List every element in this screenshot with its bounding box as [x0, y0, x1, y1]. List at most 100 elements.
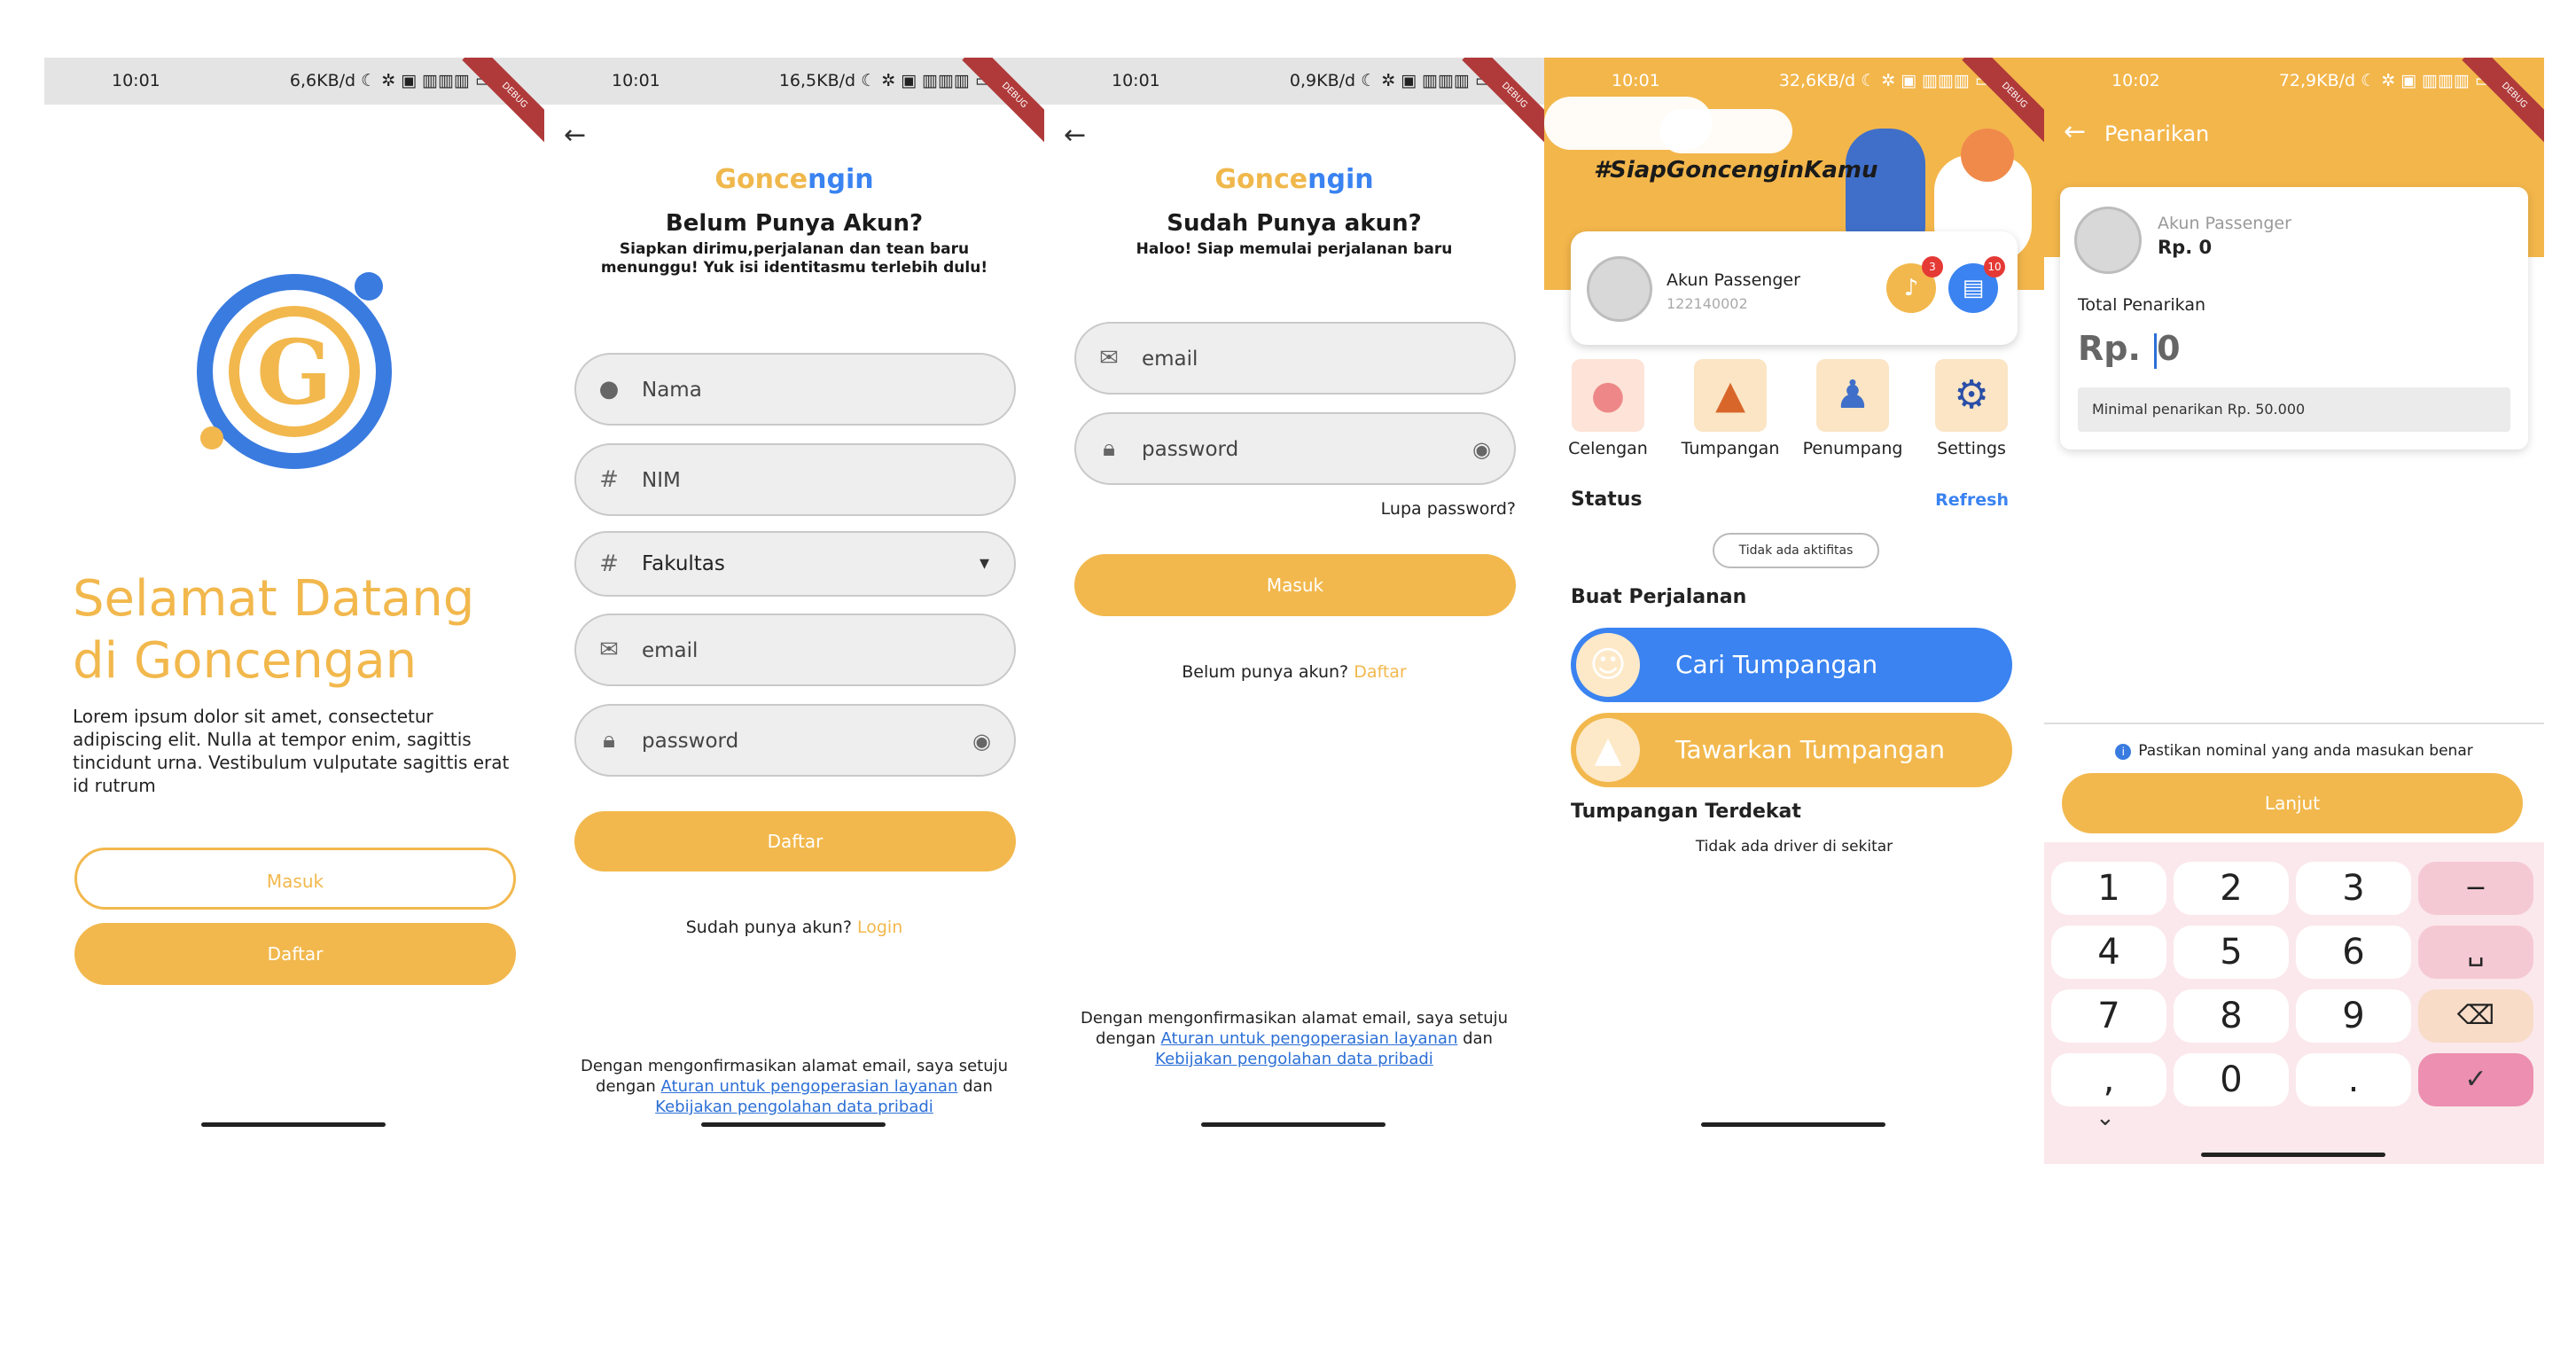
nim-placeholder: NIM: [642, 469, 681, 492]
hashtag-text: #SiapGoncenginKamu: [1594, 157, 1878, 184]
submit-register-button[interactable]: Daftar: [574, 811, 1016, 871]
total-label: Total Penarikan: [2078, 295, 2206, 315]
key-8[interactable]: 8: [2174, 989, 2289, 1043]
key-7[interactable]: 7: [2051, 989, 2166, 1043]
account-name: Akun Passenger: [2158, 214, 2291, 233]
find-ride-button[interactable]: ☺ Cari Tumpangan: [1571, 628, 2012, 702]
terms-text: Dengan mengonfirmasikan alamat email, sa…: [580, 1057, 1009, 1116]
status-heading: Status: [1571, 489, 1643, 511]
welcome-description: Lorem ipsum dolor sit amet, consectetur …: [73, 706, 510, 796]
email-field[interactable]: ✉ email: [574, 614, 1016, 686]
home-indicator[interactable]: [1701, 1122, 1885, 1127]
chevron-down-icon[interactable]: ⌄: [2096, 1105, 2115, 1131]
password-field[interactable]: 🔒︎ password ◉: [574, 704, 1016, 777]
home-indicator[interactable]: [201, 1122, 386, 1127]
gear-icon: ⚙: [1935, 359, 2008, 432]
key-space[interactable]: ␣: [2418, 926, 2533, 979]
email-placeholder: email: [642, 639, 699, 662]
home-indicator[interactable]: [1201, 1122, 1386, 1127]
menu-label: Tumpangan: [1681, 439, 1780, 458]
forgot-password-link[interactable]: Lupa password?: [1044, 499, 1544, 519]
chat-button[interactable]: ▤ 10: [1948, 256, 2005, 313]
status-time: 10:01: [112, 71, 160, 90]
eye-icon[interactable]: ◉: [972, 729, 991, 754]
key-minus[interactable]: −: [2418, 862, 2533, 915]
currency-prefix: Rp.: [2078, 329, 2141, 368]
refresh-link[interactable]: Refresh: [1935, 490, 2009, 510]
avatar: [1587, 256, 1652, 322]
eye-icon[interactable]: ◉: [1472, 437, 1491, 462]
key-2[interactable]: 2: [2174, 862, 2289, 915]
back-arrow-icon[interactable]: ←: [1064, 120, 1086, 151]
register-subtitle: Siapkan dirimu,perjalanan dan tean baru …: [600, 240, 988, 277]
amount-input[interactable]: Rp. 0: [2078, 329, 2181, 369]
key-0[interactable]: 0: [2174, 1053, 2289, 1106]
terms-link-service[interactable]: Aturan untuk pengoperasian layanan: [1161, 1029, 1458, 1048]
home-indicator[interactable]: [2201, 1153, 2385, 1157]
name-field[interactable]: ● Nama: [574, 353, 1016, 426]
login-button[interactable]: Masuk: [74, 848, 516, 910]
key-9[interactable]: 9: [2296, 989, 2411, 1043]
check-icon[interactable]: ✓: [2418, 1053, 2533, 1106]
nearby-heading: Tumpangan Terdekat: [1571, 801, 1801, 823]
register-title: Belum Punya Akun?: [665, 210, 924, 237]
key-4[interactable]: 4: [2051, 926, 2166, 979]
terms-link-privacy[interactable]: Kebijakan pengolahan data pribadi: [655, 1098, 933, 1116]
welcome-screen: 10:01 6,6KB/d ☾ ✲ ▣ ▥▥▥ ▭ DEBUG G Selama…: [44, 58, 544, 1164]
back-arrow-icon[interactable]: ←: [564, 120, 586, 151]
login-link[interactable]: Login: [857, 918, 902, 937]
status-indicators: 72,9KB/d ☾ ✲ ▣ ▥▥▥ ▭: [2278, 71, 2491, 90]
cloud-shape: [1659, 109, 1792, 153]
key-5[interactable]: 5: [2174, 926, 2289, 979]
nim-field[interactable]: # NIM: [574, 443, 1016, 516]
password-placeholder: password: [1142, 438, 1239, 461]
faculty-value: Fakultas: [642, 552, 725, 575]
user-card[interactable]: Akun Passenger 122140002 ♪ 3 ▤ 10: [1571, 231, 2018, 345]
mail-icon: ✉: [1099, 345, 1119, 371]
chat-badge: 10: [1984, 256, 2005, 277]
lock-icon: 🔒︎: [603, 727, 615, 754]
brand-wordmark: Goncengin: [714, 164, 874, 195]
notification-button[interactable]: ♪ 3: [1886, 256, 1943, 313]
numeric-keyboard: 1 2 3 − 4 5 6 ␣ 7 8 9 ⌫ , 0 . ✓ ⌄: [2044, 842, 2544, 1164]
status-indicators: 16,5KB/d ☾ ✲ ▣ ▥▥▥ ▭: [778, 71, 991, 90]
key-6[interactable]: 6: [2296, 926, 2411, 979]
key-1[interactable]: 1: [2051, 862, 2166, 915]
offer-ride-button[interactable]: ▲ Tawarkan Tumpangan: [1571, 713, 2012, 787]
logo-dot-yellow: [200, 426, 223, 449]
status-time: 10:01: [1112, 71, 1160, 90]
menu-celengan[interactable]: ● Celengan: [1555, 359, 1661, 458]
back-arrow-icon[interactable]: ←: [2064, 116, 2086, 147]
key-3[interactable]: 3: [2296, 862, 2411, 915]
menu-label: Settings: [1937, 439, 2006, 458]
submit-login-button[interactable]: Masuk: [1074, 554, 1516, 616]
mail-icon: ✉: [599, 637, 619, 663]
register-link[interactable]: Daftar: [1354, 662, 1407, 682]
piggy-bank-icon: ●: [1572, 359, 1644, 432]
page-title: Penarikan: [2104, 121, 2210, 146]
key-period[interactable]: .: [2296, 1053, 2411, 1106]
password-field[interactable]: 🔒︎ password ◉: [1074, 412, 1516, 485]
backspace-icon[interactable]: ⌫: [2418, 989, 2533, 1043]
terms-link-service[interactable]: Aturan untuk pengoperasian layanan: [661, 1077, 958, 1096]
driver-avatar-icon: ▲: [1576, 718, 1640, 782]
register-screen: 10:01 16,5KB/d ☾ ✲ ▣ ▥▥▥ ▭ DEBUG ← Gonce…: [544, 58, 1044, 1164]
menu-penumpang[interactable]: ♟ Penumpang: [1799, 359, 1906, 458]
find-ride-label: Cari Tumpangan: [1675, 650, 1878, 679]
user-name: Akun Passenger: [1667, 270, 1800, 290]
login-subtitle: Haloo! Siap memulai perjalanan baru: [1136, 240, 1453, 258]
login-title: Sudah Punya akun?: [1167, 210, 1422, 237]
next-button[interactable]: Lanjut: [2062, 773, 2523, 833]
faculty-select[interactable]: # Fakultas ▾: [574, 531, 1016, 597]
key-comma[interactable]: ,: [2051, 1053, 2166, 1106]
divider: [2044, 723, 2544, 724]
email-field[interactable]: ✉ email: [1074, 322, 1516, 395]
withdraw-card: Akun Passenger Rp. 0 Total Penarikan Rp.…: [2060, 187, 2528, 449]
home-indicator[interactable]: [701, 1122, 886, 1127]
menu-tumpangan[interactable]: ▲ Tumpangan: [1677, 359, 1784, 458]
register-button[interactable]: Daftar: [74, 923, 516, 985]
menu-settings[interactable]: ⚙ Settings: [1918, 359, 2025, 458]
menu-label: Celengan: [1568, 439, 1648, 458]
terms-link-privacy[interactable]: Kebijakan pengolahan data pribadi: [1155, 1050, 1433, 1068]
offer-ride-label: Tawarkan Tumpangan: [1675, 735, 1945, 764]
